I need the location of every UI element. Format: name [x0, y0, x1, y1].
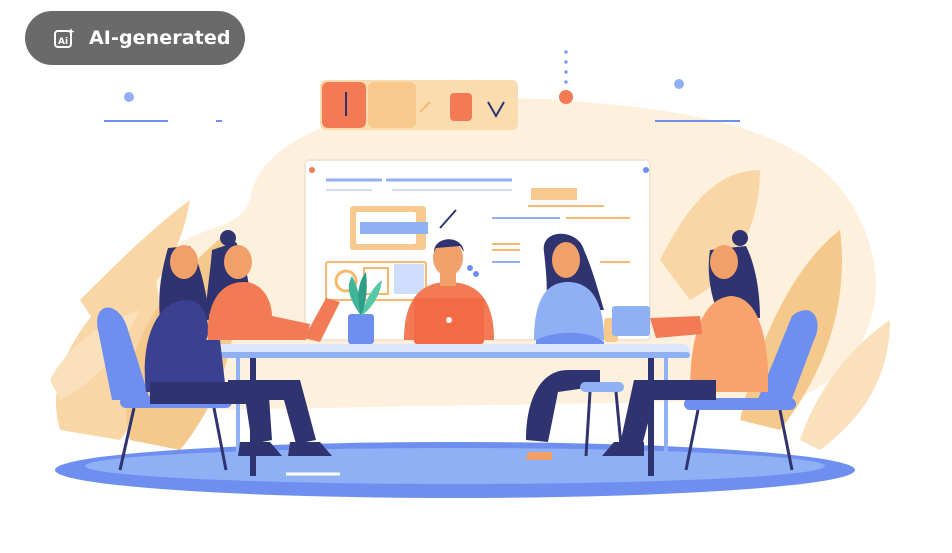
floating-toolbar: [320, 80, 518, 130]
ai-generated-badge[interactable]: Ai AI-generated: [25, 11, 245, 65]
svg-text:Ai: Ai: [58, 37, 68, 47]
ai-spark-icon: Ai: [53, 27, 75, 49]
badge-label: AI-generated: [89, 27, 231, 49]
meeting-illustration: [50, 50, 890, 498]
